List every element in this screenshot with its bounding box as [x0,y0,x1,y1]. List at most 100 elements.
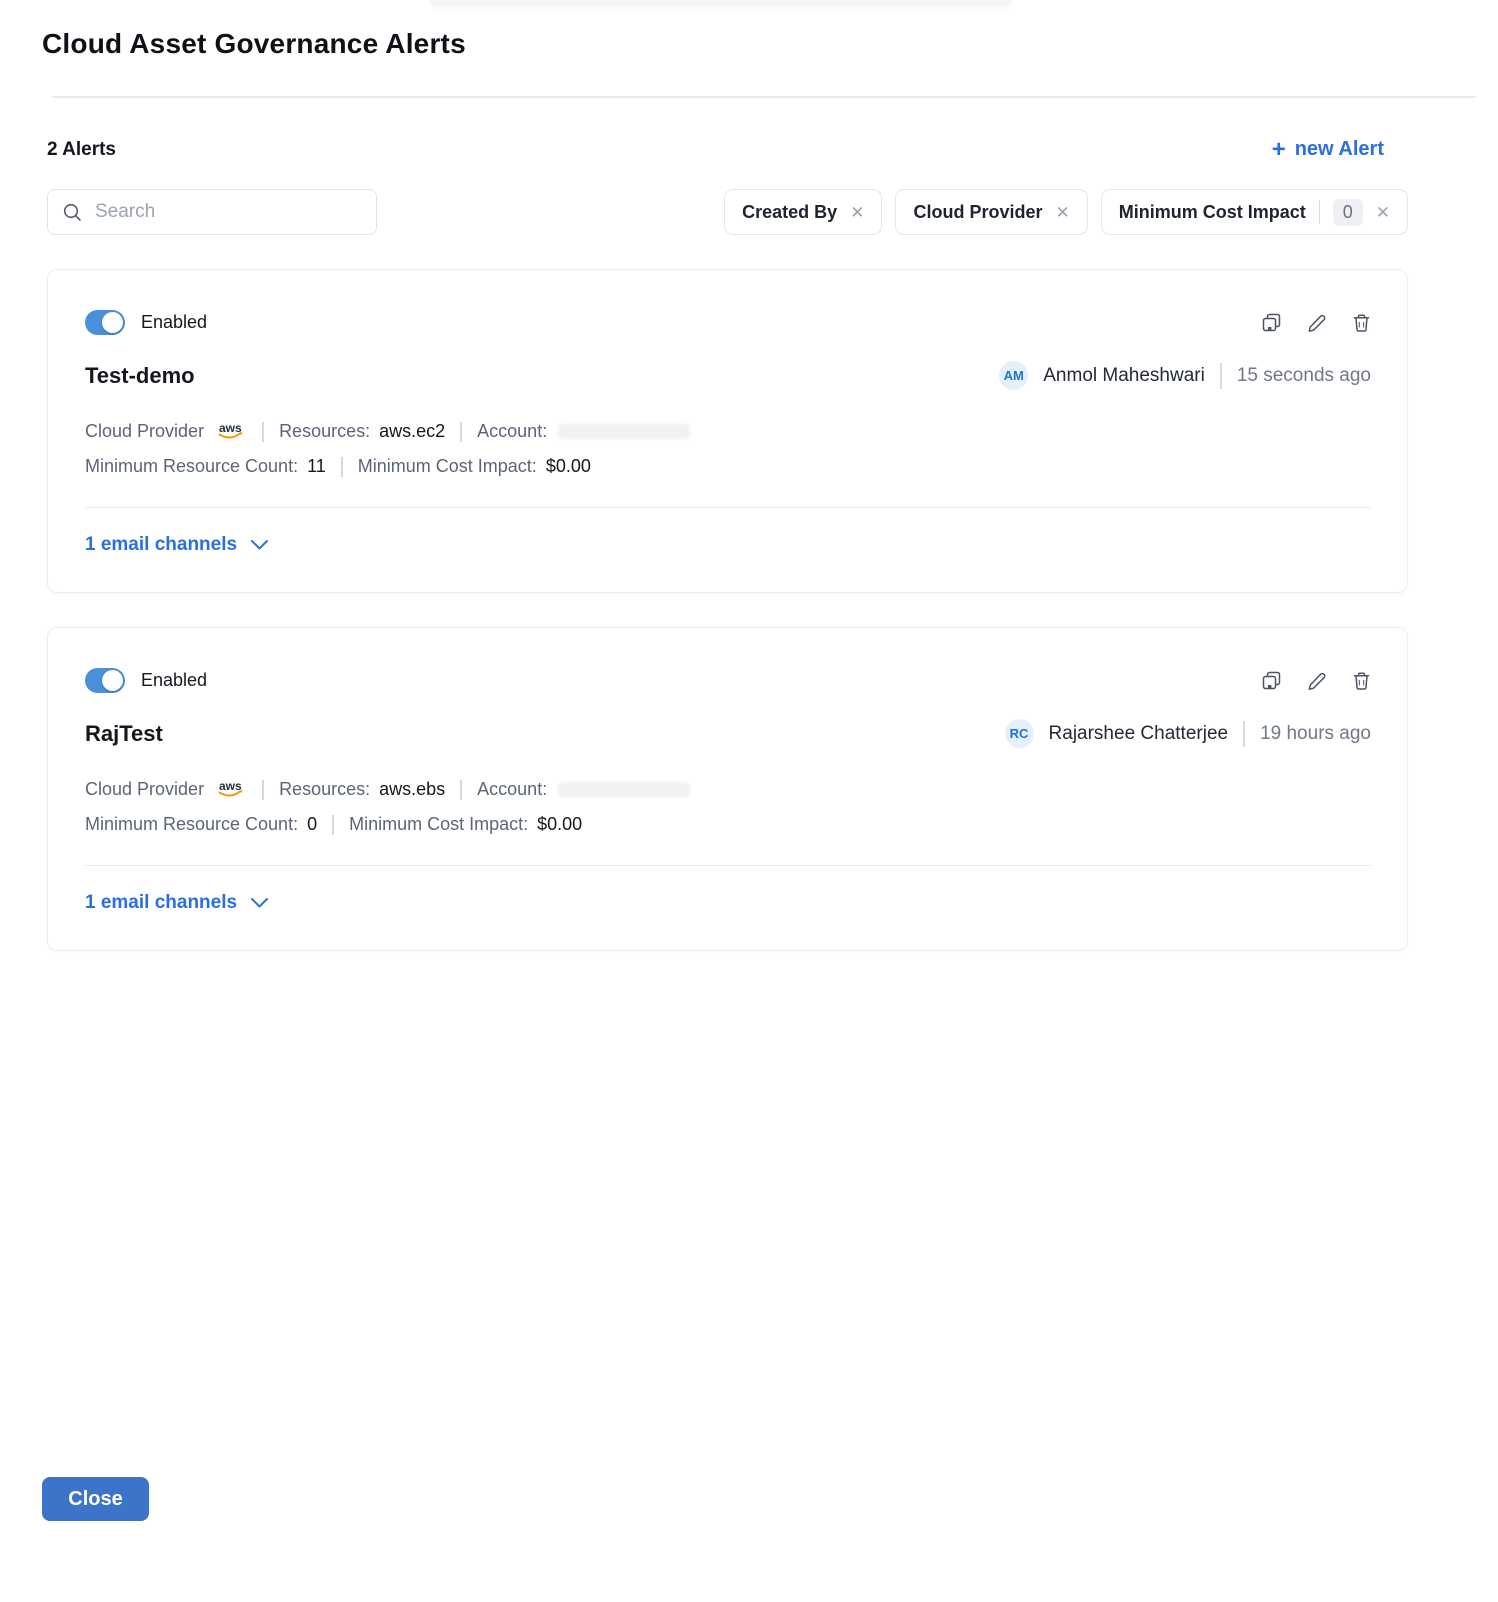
enabled-toggle[interactable] [85,310,125,335]
card-actions [1261,312,1371,333]
alert-card: Enabled [47,627,1408,951]
meta-separator [460,780,462,800]
delete-icon[interactable] [1352,671,1371,691]
delete-icon[interactable] [1352,313,1371,333]
email-channels-toggle[interactable]: 1 email channels [85,892,269,914]
card-title-row: RajTest RC Rajarshee Chatterjee 19 hours… [85,719,1371,748]
min-cost-impact-value: $0.00 [546,456,591,477]
duplicate-icon[interactable] [1261,670,1282,691]
min-cost-impact-value: $0.00 [537,814,582,835]
account-value-redacted [558,424,690,439]
card-footer: 1 email channels [85,508,1371,592]
edit-icon[interactable] [1307,671,1327,691]
edit-icon[interactable] [1307,313,1327,333]
resources-label: Resources: [279,421,370,442]
min-resource-count-label: Minimum Resource Count: [85,814,298,835]
card-title-row: Test-demo AM Anmol Maheshwari 15 seconds… [85,361,1371,390]
alerts-count: 2 Alerts [47,139,116,161]
creator-group: AM Anmol Maheshwari 15 seconds ago [999,361,1371,390]
divider [1220,363,1222,389]
min-cost-impact-label: Minimum Cost Impact: [358,456,537,477]
duplicate-icon[interactable] [1261,312,1282,333]
min-cost-impact-label: Minimum Cost Impact: [349,814,528,835]
aws-logo-text: aws [219,421,242,435]
chevron-down-icon [250,539,269,551]
chip-label: Created By [742,202,837,223]
meta-row-thresholds: Minimum Resource Count: 11 Minimum Cost … [85,456,1371,477]
toggle-knob [102,312,123,333]
chip-value-badge: 0 [1333,199,1363,226]
email-channels-label: 1 email channels [85,534,237,556]
resources-value: aws.ec2 [379,421,445,442]
search-box[interactable] [47,189,377,235]
aws-logo-text: aws [219,779,242,793]
updated-timestamp: 15 seconds ago [1237,365,1371,387]
toolbar-row: 2 Alerts + new Alert [47,138,1408,161]
creator-name: Anmol Maheshwari [1043,365,1205,387]
close-button[interactable]: Close [42,1477,149,1521]
card-header-row: Enabled [85,310,1371,335]
chip-label: Minimum Cost Impact [1119,202,1306,223]
cloud-provider-label: Cloud Provider [85,779,204,800]
alerts-panel: 2 Alerts + new Alert Created By ✕ Cloud … [47,138,1408,951]
header-divider [52,96,1476,98]
cloud-provider-label: Cloud Provider [85,421,204,442]
account-value-redacted [558,782,690,797]
filter-chip-created-by[interactable]: Created By ✕ [724,189,882,235]
top-edge-artifact [430,0,1012,11]
updated-timestamp: 19 hours ago [1260,723,1371,745]
meta-separator [460,422,462,442]
new-alert-label: new Alert [1295,138,1384,161]
filter-row: Created By ✕ Cloud Provider ✕ Minimum Co… [47,189,1408,235]
enabled-label: Enabled [141,312,207,333]
meta-separator [332,815,334,835]
alert-card: Enabled [47,269,1408,593]
min-resource-count-value: 0 [307,814,317,835]
chip-close-icon[interactable]: ✕ [1055,204,1069,221]
resources-value: aws.ebs [379,779,445,800]
meta-separator [262,422,264,442]
plus-icon: + [1272,140,1286,160]
divider [1243,721,1245,747]
chevron-down-icon [250,897,269,909]
aws-logo-icon: aws [215,778,247,801]
account-label: Account: [477,421,547,442]
chip-close-icon[interactable]: ✕ [1376,204,1390,221]
page-title: Cloud Asset Governance Alerts [42,28,1498,60]
avatar: AM [999,361,1028,390]
aws-logo-icon: aws [215,420,247,443]
min-resource-count-label: Minimum Resource Count: [85,456,298,477]
toggle-knob [102,670,123,691]
enabled-toggle-group: Enabled [85,310,207,335]
avatar: RC [1005,719,1034,748]
filter-chips: Created By ✕ Cloud Provider ✕ Minimum Co… [724,189,1408,235]
email-channels-label: 1 email channels [85,892,237,914]
enabled-toggle[interactable] [85,668,125,693]
new-alert-button[interactable]: + new Alert [1272,138,1384,161]
min-resource-count-value: 11 [307,456,326,477]
search-icon [62,202,83,223]
card-header-row: Enabled [85,668,1371,693]
email-channels-toggle[interactable]: 1 email channels [85,534,269,556]
creator-group: RC Rajarshee Chatterjee 19 hours ago [1005,719,1371,748]
filter-chip-cloud-provider[interactable]: Cloud Provider ✕ [895,189,1087,235]
account-label: Account: [477,779,547,800]
alert-name: Test-demo [85,363,195,389]
resources-label: Resources: [279,779,370,800]
card-actions [1261,670,1371,691]
filter-chip-min-cost-impact[interactable]: Minimum Cost Impact 0 ✕ [1101,189,1408,235]
meta-row-thresholds: Minimum Resource Count: 0 Minimum Cost I… [85,814,1371,835]
creator-name: Rajarshee Chatterjee [1049,723,1229,745]
search-input[interactable] [95,201,362,223]
card-footer: 1 email channels [85,866,1371,950]
meta-separator [341,457,343,477]
enabled-toggle-group: Enabled [85,668,207,693]
chip-close-icon[interactable]: ✕ [850,204,864,221]
chip-label: Cloud Provider [913,202,1042,223]
alert-name: RajTest [85,721,163,747]
meta-separator [262,780,264,800]
enabled-label: Enabled [141,670,207,691]
meta-row-provider: Cloud Provider aws Resources: aws.ebs Ac… [85,778,1371,801]
meta-row-provider: Cloud Provider aws Resources: aws.ec2 Ac… [85,420,1371,443]
chip-divider [1319,200,1320,224]
